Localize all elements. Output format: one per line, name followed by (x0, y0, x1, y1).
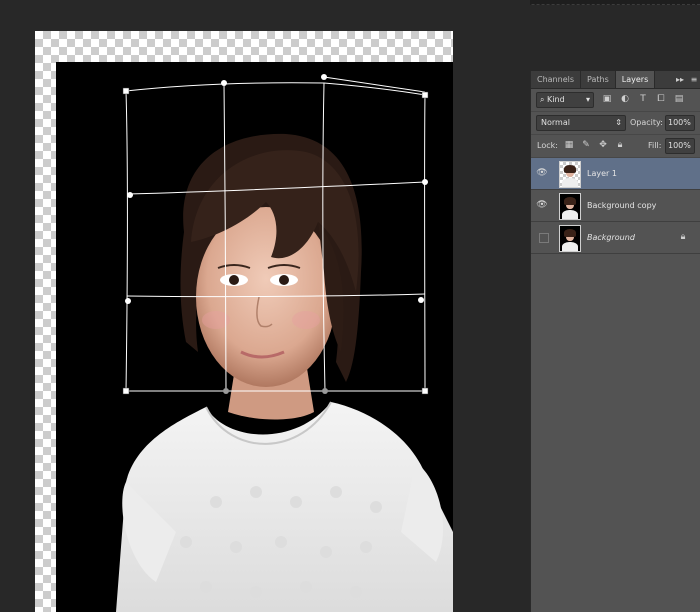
warp-grid-v1 (223, 82, 227, 392)
thumb-shirt (562, 210, 578, 219)
warp-handle (322, 388, 328, 394)
lock-row: Lock: ▦ ✎ ✥ 🔒︎ Fill: 100% (531, 135, 700, 158)
blend-mode-select[interactable]: Normal ⇕ (536, 115, 626, 131)
warp-handle (422, 179, 428, 185)
tabs-spacer (655, 71, 673, 88)
thumb-shirt (562, 242, 578, 251)
warp-handle (321, 74, 327, 80)
warp-corner-bl (122, 387, 130, 395)
panel-tabs: Channels Paths Layers ▸▸ ≡ (531, 71, 700, 89)
layer-thumbnail (559, 161, 581, 188)
search-icon: ⌕ (540, 95, 545, 104)
shape-layer-filter-icon[interactable]: ⧠ (655, 93, 667, 105)
eye-icon[interactable]: 👁︎ (535, 198, 549, 212)
lock-icon: 🔒︎ (680, 232, 686, 242)
lock-all-icon[interactable]: 🔒︎ (614, 139, 626, 151)
warp-corner-br (421, 387, 429, 395)
filter-kind-label: Kind (547, 95, 565, 104)
filter-kind-select[interactable]: ⌕ Kind ▾ (536, 92, 594, 108)
type-layer-filter-icon[interactable]: T (637, 93, 649, 105)
thumb-hair (564, 197, 576, 205)
warp-grid-h1 (127, 181, 426, 195)
tab-channels[interactable]: Channels (531, 71, 582, 88)
thumb-shirt (562, 178, 578, 187)
lock-image-pixels-icon[interactable]: ✎ (580, 139, 592, 151)
lock-transparent-pixels-icon[interactable]: ▦ (563, 139, 575, 151)
layer-name: Background copy (587, 201, 657, 210)
layer-filter-row: ⌕ Kind ▾ ▣ ◐ T ⧠ ▤ (531, 89, 700, 112)
warp-grid-v2 (322, 82, 326, 392)
warp-handle (418, 297, 424, 303)
layer-name: Background (587, 233, 635, 242)
opacity-input[interactable]: 100% (665, 115, 695, 131)
thumb-hair (564, 229, 576, 237)
warp-handle (223, 388, 229, 394)
pixel-layer-filter-icon[interactable]: ▣ (601, 93, 613, 105)
layer-row-background-copy[interactable]: 👁︎ Background copy (531, 190, 700, 222)
blend-row: Normal ⇕ Opacity: 100% (531, 112, 700, 135)
eye-icon[interactable]: 👁︎ (535, 166, 549, 180)
warp-handle (127, 192, 133, 198)
chevron-down-icon: ▾ (585, 95, 590, 104)
warp-handle (221, 80, 227, 86)
warp-corner-tl (122, 87, 130, 95)
smart-object-filter-icon[interactable]: ▤ (673, 93, 685, 105)
layer-name: Layer 1 (587, 169, 617, 178)
warp-handle (125, 298, 131, 304)
layer-row-background[interactable]: Background 🔒︎ (531, 222, 700, 254)
layers-panel: Channels Paths Layers ▸▸ ≡ ⌕ Kind ▾ ▣ ◐ … (530, 71, 700, 612)
visibility-toggle-empty[interactable] (539, 233, 549, 243)
tab-layers[interactable]: Layers (615, 71, 656, 88)
opacity-label: Opacity: (630, 118, 663, 127)
lock-position-icon[interactable]: ✥ (597, 139, 609, 151)
layer-thumbnail (559, 193, 581, 220)
adjustment-layer-filter-icon[interactable]: ◐ (619, 93, 631, 105)
fill-label: Fill: (648, 141, 662, 150)
warp-grid-h2 (126, 293, 426, 298)
warp-corner-tr (421, 91, 429, 99)
warp-left-edge (125, 90, 128, 392)
panel-menu-icon[interactable]: ≡ (687, 71, 700, 88)
layer-thumbnail (559, 225, 581, 252)
blend-mode-value: Normal (541, 118, 570, 127)
warp-top-edge (125, 82, 426, 96)
thumb-hair (564, 165, 576, 173)
layer-row-layer-1[interactable]: 👁︎ Layer 1 (531, 158, 700, 190)
fill-input[interactable]: 100% (665, 138, 695, 154)
lock-label: Lock: (537, 141, 558, 150)
tab-paths[interactable]: Paths (581, 71, 616, 88)
stepper-icon: ⇕ (615, 118, 622, 127)
collapse-panel-icon[interactable]: ▸▸ (673, 71, 687, 88)
